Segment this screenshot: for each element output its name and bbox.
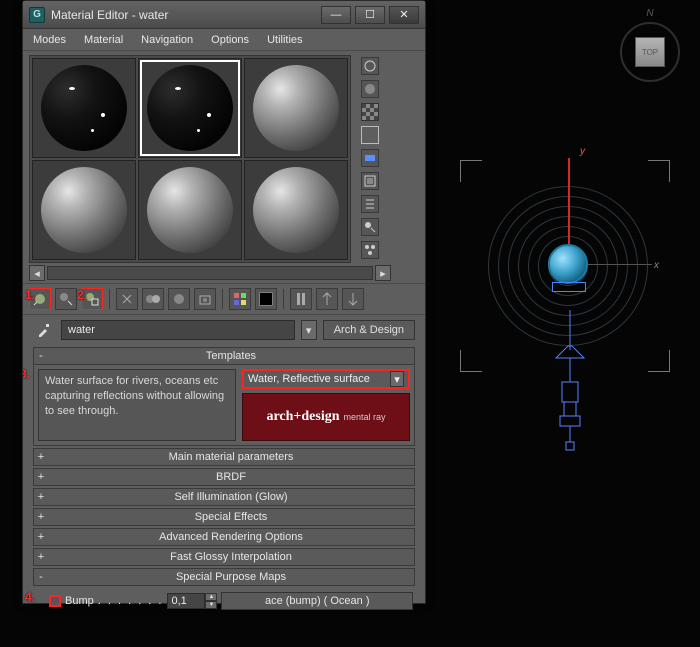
chevron-down-icon: ▾ [390,371,404,387]
sample-slot-4[interactable] [32,160,136,260]
rollout-self-illumination[interactable]: +Self Illumination (Glow) [33,488,415,506]
spinner-down-icon[interactable]: ▼ [205,601,217,609]
sample-slot-2-selected[interactable] [138,58,242,158]
sample-slot-1[interactable] [32,58,136,158]
backlight-icon[interactable] [361,80,379,98]
menu-utilities[interactable]: Utilities [267,34,302,46]
go-to-parent-button[interactable] [316,288,338,310]
scroll-track[interactable] [47,266,373,280]
bump-label: Bump [65,595,94,607]
close-button[interactable]: ✕ [389,6,419,24]
video-color-check-icon[interactable] [361,149,379,167]
assign-to-selection-button[interactable] [81,288,103,310]
material-name-row: ▾ Arch & Design [23,315,425,345]
material-name-input[interactable] [61,320,295,340]
rollout-advanced-rendering[interactable]: +Advanced Rendering Options [33,528,415,546]
scroll-left-button[interactable]: ◂ [29,265,45,281]
viewcube-face-top[interactable]: TOP [635,37,665,67]
rollout-main-params[interactable]: +Main material parameters [33,448,415,466]
rollout-fast-glossy[interactable]: +Fast Glossy Interpolation [33,548,415,566]
material-name-dropdown-icon[interactable]: ▾ [301,320,317,340]
rollout-special-purpose-maps[interactable]: -Special Purpose Maps [33,568,415,586]
light-rig-object[interactable] [550,310,590,470]
window-title: Material Editor - water [51,8,321,22]
rollout-special-effects[interactable]: +Special Effects [33,508,415,526]
viewcube-north: N [646,8,653,19]
bump-amount-input[interactable] [167,593,205,609]
sample-slots-grid [29,55,351,263]
minimize-button[interactable]: — [321,6,351,24]
viewcube[interactable]: N TOP [620,22,680,82]
put-to-scene-button[interactable] [55,288,77,310]
annotation-4: 4. [25,590,35,604]
maximize-button[interactable]: ☐ [355,6,385,24]
arch-design-banner: arch+design mental ray [242,393,410,441]
spinner-up-icon[interactable]: ▲ [205,593,217,601]
menu-navigation[interactable]: Navigation [141,34,193,46]
menu-material[interactable]: Material [84,34,123,46]
material-map-navigator-icon[interactable] [361,241,379,259]
app-icon: G [29,7,45,23]
menu-modes[interactable]: Modes [33,34,66,46]
material-type-button[interactable]: Arch & Design [323,320,415,340]
show-end-result-button[interactable] [290,288,312,310]
go-forward-sibling-button[interactable] [342,288,364,310]
menu-options[interactable]: Options [211,34,249,46]
axis-x-label: x [654,260,659,271]
bump-dots: . . . . . . . [98,595,164,607]
sample-type-icon[interactable] [361,57,379,75]
scroll-right-button[interactable]: ▸ [375,265,391,281]
select-by-material-icon[interactable] [361,218,379,236]
axis-y-label: y [580,146,585,157]
annotation-3: 3. [23,367,30,381]
rollout-brdf[interactable]: +BRDF [33,468,415,486]
sample-uv-tiling-icon[interactable] [361,126,379,144]
get-material-button[interactable] [29,288,51,310]
template-dropdown-value: Water, Reflective surface [248,373,370,385]
bump-checkbox[interactable] [49,595,61,607]
bump-map-button[interactable]: ace (bump) ( Ocean ) [221,592,413,610]
material-editor-window: G Material Editor - water — ☐ ✕ Modes Ma… [22,0,426,604]
show-in-viewport-button[interactable] [255,288,277,310]
sample-side-toolbar [357,55,383,263]
sample-hscroll: ◂ ▸ [23,263,425,283]
pick-material-eyedropper-icon[interactable] [33,319,55,341]
make-unique-button[interactable] [168,288,190,310]
sample-slot-6[interactable] [244,160,348,260]
make-copy-button[interactable] [142,288,164,310]
material-id-button[interactable] [229,288,251,310]
make-preview-icon[interactable] [361,172,379,190]
menubar: Modes Material Navigation Options Utilit… [23,29,425,51]
sample-slot-3[interactable] [244,58,348,158]
background-checker-icon[interactable] [361,103,379,121]
rollout-panel[interactable]: -Templates Water surface for rivers, oce… [23,345,425,647]
reset-map-button[interactable] [116,288,138,310]
template-description: Water surface for rivers, oceans etc cap… [38,369,236,441]
titlebar[interactable]: G Material Editor - water — ☐ ✕ [23,1,425,29]
water-surface-object[interactable] [548,244,588,284]
put-to-library-button[interactable] [194,288,216,310]
selection-bracket [552,282,586,292]
template-dropdown[interactable]: Water, Reflective surface ▾ [242,369,410,389]
material-toolbar: 1. 2. [23,283,425,315]
bump-amount-spinner[interactable]: ▲▼ [167,593,217,609]
rollout-templates-header[interactable]: -Templates [33,347,415,365]
sample-slot-5[interactable] [138,160,242,260]
options-icon[interactable] [361,195,379,213]
